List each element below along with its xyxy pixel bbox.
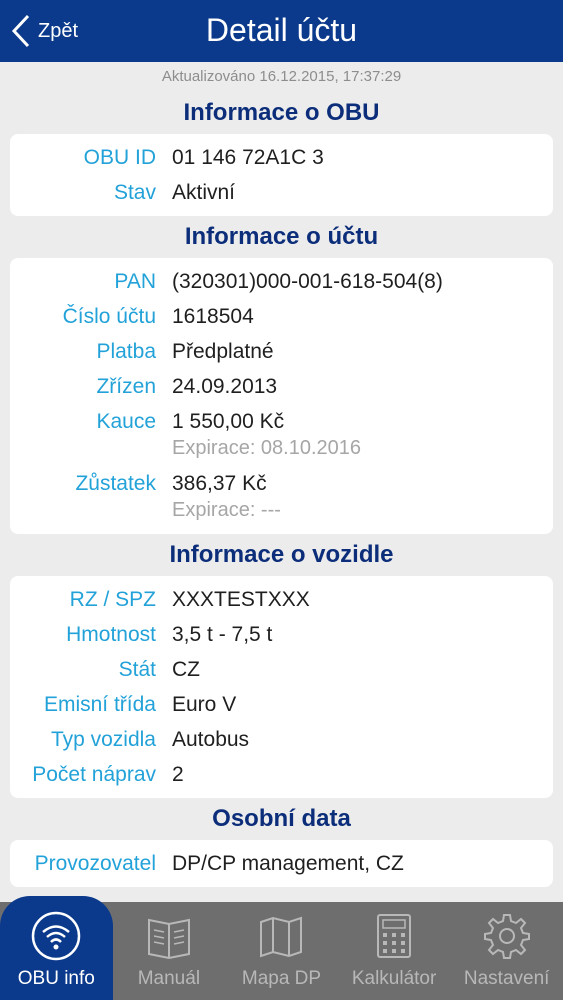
page-title: Detail účtu: [205, 12, 358, 48]
tab-map[interactable]: Mapa DP: [225, 902, 338, 1000]
field-value: XXXTESTXXX: [172, 588, 310, 611]
card-obu: OBU ID 01 146 72A1C 3 Stav Aktivní: [10, 134, 553, 216]
field-value: 3,5 t - 7,5 t: [172, 623, 273, 646]
row-deposit: Kauce 1 550,00 Kč Expirace: 08.10.2016: [10, 404, 553, 466]
row-operator: Provozovatel DP/CP management, CZ: [10, 846, 553, 881]
section-title-account: Informace o účtu: [184, 223, 379, 250]
card-vehicle: RZ / SPZ XXXTESTXXX Hmotnost 3,5 t - 7,5…: [10, 576, 553, 798]
updated-timestamp: Aktualizováno 16.12.2015, 17:37:29: [161, 68, 402, 85]
row-obu-id: OBU ID 01 146 72A1C 3: [10, 140, 553, 175]
tab-obu-info[interactable]: OBU info: [0, 896, 113, 1000]
field-label: PAN: [114, 270, 156, 293]
field-label: OBU ID: [83, 146, 156, 169]
field-label: Stav: [113, 181, 156, 204]
field-value: 2: [172, 763, 184, 786]
detail-content[interactable]: Aktualizováno 16.12.2015, 17:37:29 Infor…: [0, 62, 563, 902]
row-account-number: Číslo účtu 1618504: [10, 299, 553, 334]
field-label: Hmotnost: [66, 623, 156, 646]
gear-icon: [483, 914, 530, 959]
calculator-icon: [377, 914, 412, 958]
section-title-obu: Informace o OBU: [183, 99, 380, 126]
field-value: 1 550,00 Kč: [172, 410, 285, 433]
row-emission-class: Emisní třída Euro V: [10, 687, 553, 722]
field-value: 1618504: [172, 305, 254, 328]
row-country: Stát CZ: [10, 652, 553, 687]
card-account: PAN (320301)000-001-618-504(8) Číslo účt…: [10, 258, 553, 534]
card-personal: Provozovatel DP/CP management, CZ: [10, 840, 553, 887]
row-established: Zřízen 24.09.2013: [10, 369, 553, 404]
row-vehicle-type: Typ vozidla Autobus: [10, 722, 553, 757]
field-value: DP/CP management, CZ: [172, 852, 404, 875]
field-label: Stát: [118, 658, 156, 681]
row-payment: Platba Předplatné: [10, 334, 553, 369]
tab-label: OBU info: [17, 968, 95, 989]
field-label: RZ / SPZ: [69, 588, 156, 611]
field-label: Kauce: [96, 410, 156, 433]
field-label: Emisní třída: [43, 693, 156, 716]
section-title-personal: Osobní data: [212, 805, 351, 832]
row-weight: Hmotnost 3,5 t - 7,5 t: [10, 617, 553, 652]
field-value: 01 146 72A1C 3: [172, 146, 324, 169]
row-plate: RZ / SPZ XXXTESTXXX: [10, 582, 553, 617]
field-value: Předplatné: [172, 340, 274, 363]
field-value: 24.09.2013: [172, 375, 278, 398]
tab-settings[interactable]: Nastavení: [450, 902, 563, 1000]
field-value: Euro V: [172, 693, 237, 716]
row-stav: Stav Aktivní: [10, 175, 553, 210]
tab-label: Mapa DP: [241, 968, 322, 989]
field-label: Typ vozidla: [50, 728, 156, 751]
field-expiration: Expirace: 08.10.2016: [172, 437, 362, 459]
field-label: Číslo účtu: [62, 305, 156, 328]
field-value: Aktivní: [172, 181, 236, 204]
field-value: (320301)000-001-618-504(8): [172, 270, 443, 293]
field-value: CZ: [172, 658, 200, 681]
section-title-vehicle: Informace o vozidle: [169, 541, 394, 568]
map-icon: [260, 916, 303, 958]
wifi-icon: [32, 911, 81, 961]
field-label: Počet náprav: [32, 763, 156, 786]
field-label: Zřízen: [96, 375, 156, 398]
field-value: 386,37 Kč: [172, 472, 267, 495]
bottom-tab-bar: OBU info Manuál Mapa DP Kalkulátor Nasta…: [0, 896, 563, 1000]
app-header: Zpět Detail účtu: [0, 0, 563, 62]
row-pan: PAN (320301)000-001-618-504(8): [10, 264, 553, 299]
field-expiration: Expirace: ---: [172, 499, 281, 521]
field-value: Autobus: [172, 728, 250, 751]
book-icon: [147, 918, 190, 960]
tab-label: Nastavení: [463, 968, 550, 989]
row-axles: Počet náprav 2: [10, 757, 553, 792]
field-label: Zůstatek: [75, 472, 156, 495]
tab-manual[interactable]: Manuál: [113, 902, 226, 1000]
tab-label: Manuál: [137, 968, 201, 989]
tab-label: Kalkulátor: [351, 968, 437, 989]
row-balance: Zůstatek 386,37 Kč Expirace: ---: [10, 466, 553, 528]
field-label: Provozovatel: [34, 852, 156, 875]
field-label: Platba: [96, 340, 156, 363]
tab-calculator[interactable]: Kalkulátor: [338, 902, 451, 1000]
